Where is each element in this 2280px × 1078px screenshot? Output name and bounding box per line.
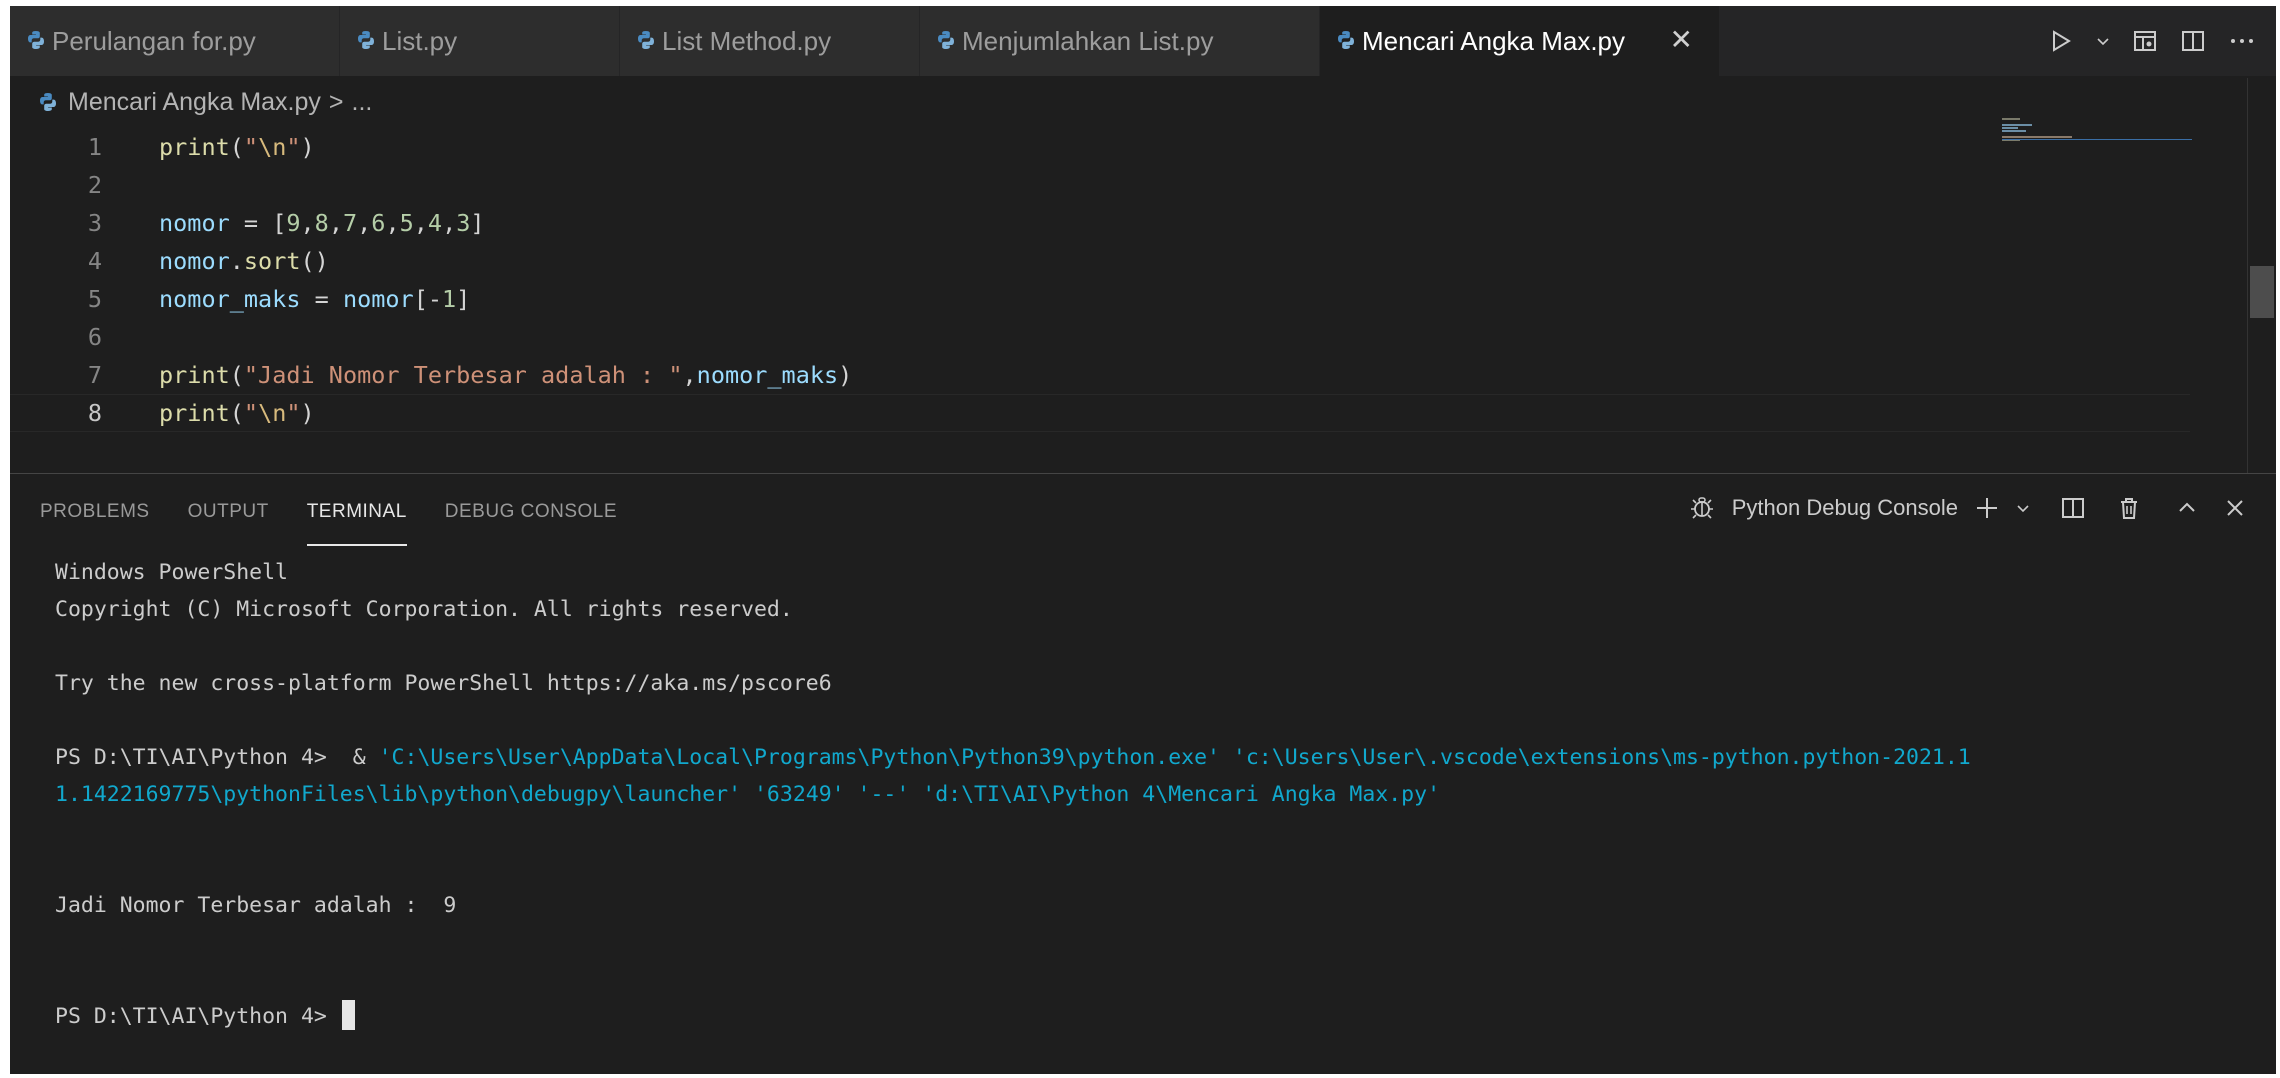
tab-list[interactable]: List.py — [340, 6, 620, 76]
run-icon[interactable] — [2048, 28, 2074, 54]
terminal-text: PS D:\TI\AI\Python 4> — [55, 1004, 340, 1029]
breadcrumb-symbols[interactable]: ... — [352, 88, 373, 117]
panel-tabs: PROBLEMS OUTPUT TERMINAL DEBUG CONSOLE — [40, 496, 617, 546]
current-line-highlight — [10, 394, 2190, 432]
scrollbar-thumb[interactable] — [2250, 266, 2274, 318]
line-number: 4 — [87, 247, 102, 275]
terminal[interactable]: Windows PowerShell Copyright (C) Microsof… — [55, 554, 2255, 1035]
tab-menjumlahkan-list[interactable]: Menjumlahkan List.py — [920, 6, 1320, 76]
terminal-line: Windows PowerShell — [55, 554, 2255, 591]
python-file-icon — [28, 31, 44, 49]
breadcrumb-file[interactable]: Mencari Angka Max.py — [68, 88, 321, 117]
terminal-line: 1.1422169775\pythonFiles\lib\python\debu… — [55, 776, 2255, 813]
tab-list-method[interactable]: List Method.py — [620, 6, 920, 76]
tab-debug-console[interactable]: DEBUG CONSOLE — [445, 496, 617, 546]
terminal-text: 1.1422169775\pythonFiles\lib\python\debu… — [55, 782, 1441, 807]
code-line: 6 — [10, 318, 2190, 356]
terminal-line: PS D:\TI\AI\Python 4> & 'C:\Users\User\A… — [55, 739, 2255, 776]
add-terminal-icon[interactable] — [1974, 495, 2000, 521]
code-text: print("Jadi Nomor Terbesar adalah : ",no… — [159, 361, 853, 389]
terminal-line: Try the new cross-platform PowerShell ht… — [55, 665, 2255, 702]
terminal-text: PS D:\TI\AI\Python 4> & — [55, 745, 379, 770]
breadcrumb-separator: > — [328, 87, 344, 116]
code-text: nomor_maks = nomor[-1] — [159, 285, 471, 313]
line-number: 1 — [87, 133, 102, 161]
tab-problems[interactable]: PROBLEMS — [40, 496, 150, 546]
tab-label: Mencari Angka Max.py — [1362, 25, 1626, 56]
maximize-panel-icon[interactable] — [2176, 497, 2198, 519]
debug-icon — [1690, 497, 1713, 519]
breadcrumb[interactable]: Mencari Angka Max.py > ... — [38, 84, 372, 120]
python-file-icon — [358, 31, 374, 49]
terminal-text: Try the new cross-platform PowerShell ht… — [55, 671, 832, 696]
split-terminal-icon[interactable] — [2060, 495, 2086, 521]
code-line: 3 nomor = [9,8,7,6,5,4,3] — [10, 204, 2190, 242]
tab-label: Perulangan for.py — [52, 25, 256, 56]
close-icon[interactable]: ✕ — [1670, 24, 1693, 56]
code-text: nomor = [9,8,7,6,5,4,3] — [159, 209, 485, 237]
terminal-line: Copyright (C) Microsoft Corporation. All… — [55, 591, 2255, 628]
code-editor[interactable]: 1 print("\n") 2 3 nomor = [9,8,7,6,5,4,3… — [10, 128, 2190, 432]
python-file-icon — [1338, 31, 1354, 49]
tab-label: List Method.py — [662, 25, 832, 56]
panel-actions: Python Debug Console — [1688, 494, 2246, 522]
terminal-text: Windows PowerShell — [55, 560, 288, 585]
line-number: 8 — [87, 399, 102, 427]
terminal-line: Jadi Nomor Terbesar adalah : 9 — [55, 887, 2255, 924]
terminal-text: Copyright (C) Microsoft Corporation. All… — [55, 597, 793, 622]
code-line-current: 8 print("\n") — [10, 394, 2190, 432]
editor-scrollbar[interactable] — [2247, 78, 2276, 478]
trash-icon[interactable] — [2116, 495, 2142, 521]
code-text: print("\n") — [159, 399, 315, 427]
minimap[interactable] — [2002, 116, 2192, 156]
chevron-down-icon[interactable] — [2096, 34, 2110, 48]
code-line: 5 nomor_maks = nomor[-1] — [10, 280, 2190, 318]
open-changes-icon[interactable] — [2132, 28, 2158, 54]
code-line: 7 print("Jadi Nomor Terbesar adalah : ",… — [10, 356, 2190, 394]
line-number: 6 — [87, 323, 102, 351]
vscode-window: Perulangan for.py List.py List Method.py… — [10, 6, 2276, 1074]
code-line: 2 — [10, 166, 2190, 204]
tab-mencari-angka-max[interactable]: Mencari Angka Max.py ✕ — [1320, 6, 1720, 76]
line-number: 3 — [87, 209, 102, 237]
tab-label: Menjumlahkan List.py — [962, 25, 1214, 56]
terminal-cursor — [341, 1000, 355, 1030]
python-file-icon — [938, 31, 954, 49]
code-text: nomor.sort() — [159, 247, 329, 275]
python-file-icon — [40, 93, 56, 111]
terminal-line: PS D:\TI\AI\Python 4> — [55, 998, 2255, 1035]
tab-output[interactable]: OUTPUT — [188, 496, 269, 546]
terminal-text: Jadi Nomor Terbesar adalah : 9 — [55, 893, 457, 918]
line-number: 2 — [87, 171, 102, 199]
tab-perulangan-for[interactable]: Perulangan for.py — [10, 6, 340, 76]
editor-tab-bar: Perulangan for.py List.py List Method.py… — [10, 6, 2276, 76]
python-file-icon — [638, 31, 654, 49]
tab-terminal[interactable]: TERMINAL — [306, 496, 407, 546]
terminal-selector[interactable]: Python Debug Console — [1732, 495, 1958, 521]
code-text: print("\n") — [159, 133, 315, 161]
line-number: 5 — [87, 285, 102, 313]
code-line: 1 print("\n") — [10, 128, 2190, 166]
chevron-down-icon[interactable] — [2016, 501, 2030, 515]
terminal-text: 'C:\Users\User\AppData\Local\Programs\Py… — [378, 745, 1971, 770]
tab-label: List.py — [382, 25, 458, 56]
editor-actions — [2048, 6, 2256, 76]
line-number: 7 — [87, 361, 102, 389]
code-line: 4 nomor.sort() — [10, 242, 2190, 280]
close-panel-icon[interactable] — [2224, 497, 2246, 519]
more-actions-icon[interactable] — [2228, 28, 2256, 54]
split-editor-icon[interactable] — [2180, 28, 2206, 54]
